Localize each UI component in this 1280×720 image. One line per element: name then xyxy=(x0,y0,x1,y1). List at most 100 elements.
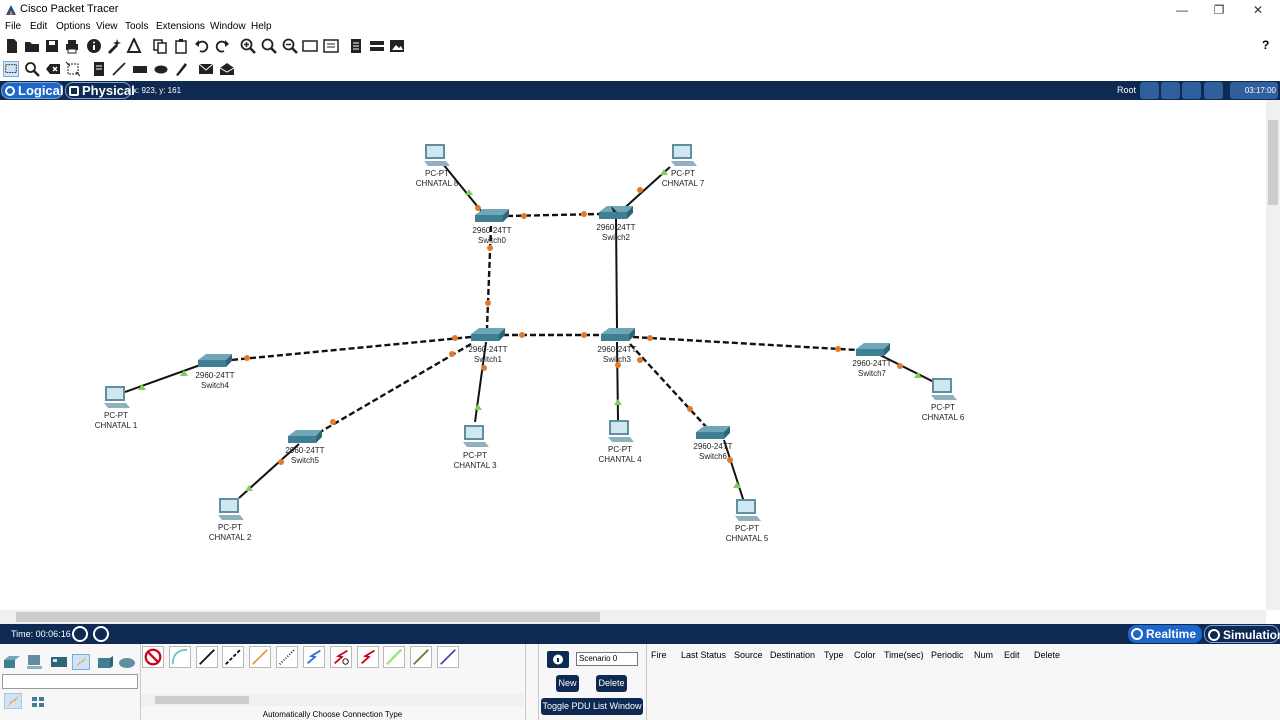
delete-scenario-button[interactable]: Delete xyxy=(596,675,627,692)
fast-forward-icon[interactable] xyxy=(93,626,109,642)
switch3-label[interactable]: 2960-24TT Switch3 xyxy=(597,345,636,365)
pc-chnatal8-label[interactable]: PC-PT CHNATAL 8 xyxy=(416,169,459,189)
new-scenario-button[interactable]: New xyxy=(556,675,579,692)
copper-straight-through-icon[interactable] xyxy=(196,646,218,668)
draw-ellipse-icon[interactable] xyxy=(153,61,169,77)
viewport-icon[interactable] xyxy=(1204,82,1223,99)
phone-cable-icon[interactable] xyxy=(276,646,298,668)
cluster-icon[interactable] xyxy=(1161,82,1180,99)
print-icon[interactable] xyxy=(64,38,80,54)
activity-wizard-icon[interactable] xyxy=(126,38,142,54)
fiber-icon[interactable] xyxy=(249,646,271,668)
redo-icon[interactable] xyxy=(214,38,230,54)
freeform-icon[interactable] xyxy=(173,61,189,77)
miscellaneous-icon[interactable] xyxy=(96,654,114,670)
switch4-label[interactable]: 2960-24TT Switch4 xyxy=(195,371,234,391)
serial-dce-icon[interactable] xyxy=(330,646,352,668)
serial-dte-icon[interactable] xyxy=(357,646,379,668)
pc-chantal3-label[interactable]: PC-PT CHANTAL 3 xyxy=(453,451,496,471)
components-icon[interactable] xyxy=(50,654,68,670)
menu-options[interactable]: Options xyxy=(56,21,90,32)
end-devices-icon[interactable] xyxy=(26,654,44,670)
menu-window[interactable]: Window xyxy=(210,21,246,32)
grid-icon[interactable] xyxy=(29,694,47,710)
toggle-pdu-list-button[interactable]: Toggle PDU List Window xyxy=(541,698,643,715)
workspace-vertical-scrollbar[interactable] xyxy=(1266,100,1280,610)
console-cable-icon[interactable] xyxy=(169,646,191,668)
coaxial-icon[interactable] xyxy=(303,646,325,668)
menu-edit[interactable]: Edit xyxy=(30,21,47,32)
link-switch1-switch4[interactable] xyxy=(230,335,472,362)
zoom-out-icon[interactable] xyxy=(282,38,298,54)
info-icon[interactable] xyxy=(86,38,102,54)
image-icon[interactable] xyxy=(389,38,405,54)
zoom-reset-icon[interactable] xyxy=(261,38,277,54)
network-devices-icon[interactable] xyxy=(3,654,21,670)
pc-chnatal2-label[interactable]: PC-PT CHNATAL 2 xyxy=(209,523,252,543)
switch5-label[interactable]: 2960-24TT Switch5 xyxy=(285,446,324,466)
minimize-button[interactable]: — xyxy=(1162,0,1202,20)
connections-scrollbar[interactable] xyxy=(141,694,524,706)
vertical-scroll-thumb[interactable] xyxy=(1268,120,1278,205)
connections-scroll-thumb[interactable] xyxy=(155,696,249,704)
link-switch4-pc1[interactable] xyxy=(124,363,204,393)
scenario-info-icon[interactable] xyxy=(547,651,569,668)
no-connection-icon[interactable] xyxy=(142,646,164,668)
menu-view[interactable]: View xyxy=(96,21,118,32)
device-search-input[interactable] xyxy=(2,674,138,689)
add-simple-pdu-icon[interactable] xyxy=(198,61,214,77)
copper-crossover-icon[interactable] xyxy=(222,646,244,668)
help-icon[interactable]: ? xyxy=(1262,38,1278,54)
menu-extensions[interactable]: Extensions xyxy=(156,21,205,32)
multiuser-icon[interactable] xyxy=(118,654,136,670)
new-file-icon[interactable] xyxy=(4,38,20,54)
close-button[interactable]: ✕ xyxy=(1238,0,1278,20)
workspace-horizontal-scrollbar[interactable] xyxy=(0,610,1266,624)
switch0-label[interactable]: 2960-24TT Switch0 xyxy=(472,226,511,246)
pc-chantal4-label[interactable]: PC-PT CHANTAL 4 xyxy=(598,445,641,465)
save-icon[interactable] xyxy=(44,38,60,54)
pc-chnatal5-label[interactable]: PC-PT CHNATAL 5 xyxy=(726,524,769,544)
horizontal-scroll-thumb[interactable] xyxy=(16,612,600,622)
realtime-mode-button[interactable]: Realtime xyxy=(1128,625,1202,643)
draw-rectangle-icon[interactable] xyxy=(132,61,148,77)
inspect-icon[interactable] xyxy=(24,61,40,77)
delete-icon[interactable] xyxy=(45,61,61,77)
auto-connection-small-icon[interactable] xyxy=(4,693,22,709)
pc-icons[interactable] xyxy=(104,144,957,521)
switch2-label[interactable]: 2960-24TT Switch2 xyxy=(596,223,635,243)
iot-custom-cable-icon[interactable] xyxy=(410,646,432,668)
drawing-palette-icon[interactable] xyxy=(302,38,318,54)
place-note-icon[interactable] xyxy=(91,61,107,77)
custom-device-icon[interactable] xyxy=(323,38,339,54)
simulation-mode-button[interactable]: Simulation xyxy=(1204,625,1280,643)
octal-cable-icon[interactable] xyxy=(383,646,405,668)
open-folder-icon[interactable] xyxy=(24,38,40,54)
add-complex-pdu-icon[interactable] xyxy=(219,61,235,77)
link-switch3-switch6[interactable] xyxy=(629,343,710,431)
zoom-in-icon[interactable] xyxy=(240,38,256,54)
back-icon[interactable] xyxy=(1140,82,1159,99)
scenario-select[interactable]: Scenario 0 xyxy=(576,652,638,666)
switch1-label[interactable]: 2960-24TT Switch1 xyxy=(468,345,507,365)
restore-button[interactable]: ❐ xyxy=(1199,0,1239,20)
usb-cable-icon[interactable] xyxy=(437,646,459,668)
switch7-label[interactable]: 2960-24TT Switch7 xyxy=(852,359,891,379)
menu-tools[interactable]: Tools xyxy=(125,21,148,32)
notes-icon[interactable] xyxy=(348,38,364,54)
switch-icons[interactable] xyxy=(198,206,890,443)
switch6-label[interactable]: 2960-24TT Switch6 xyxy=(693,442,732,462)
tab-physical[interactable]: Physical xyxy=(65,82,135,99)
logical-workspace[interactable]: 2960-24TT Switch0 2960-24TT Switch2 2960-2… xyxy=(0,100,1266,610)
wizard-icon[interactable] xyxy=(106,38,122,54)
pc-chnatal7-label[interactable]: PC-PT CHNATAL 7 xyxy=(662,169,705,189)
menu-help[interactable]: Help xyxy=(251,21,272,32)
draw-line-icon[interactable] xyxy=(111,61,127,77)
undo-icon[interactable] xyxy=(194,38,210,54)
select-icon[interactable] xyxy=(3,61,19,77)
menu-file[interactable]: File xyxy=(5,21,21,32)
tab-logical[interactable]: Logical xyxy=(1,82,64,99)
move-object-icon[interactable] xyxy=(1182,82,1201,99)
paste-icon[interactable] xyxy=(173,38,189,54)
power-cycle-icon[interactable] xyxy=(72,626,88,642)
